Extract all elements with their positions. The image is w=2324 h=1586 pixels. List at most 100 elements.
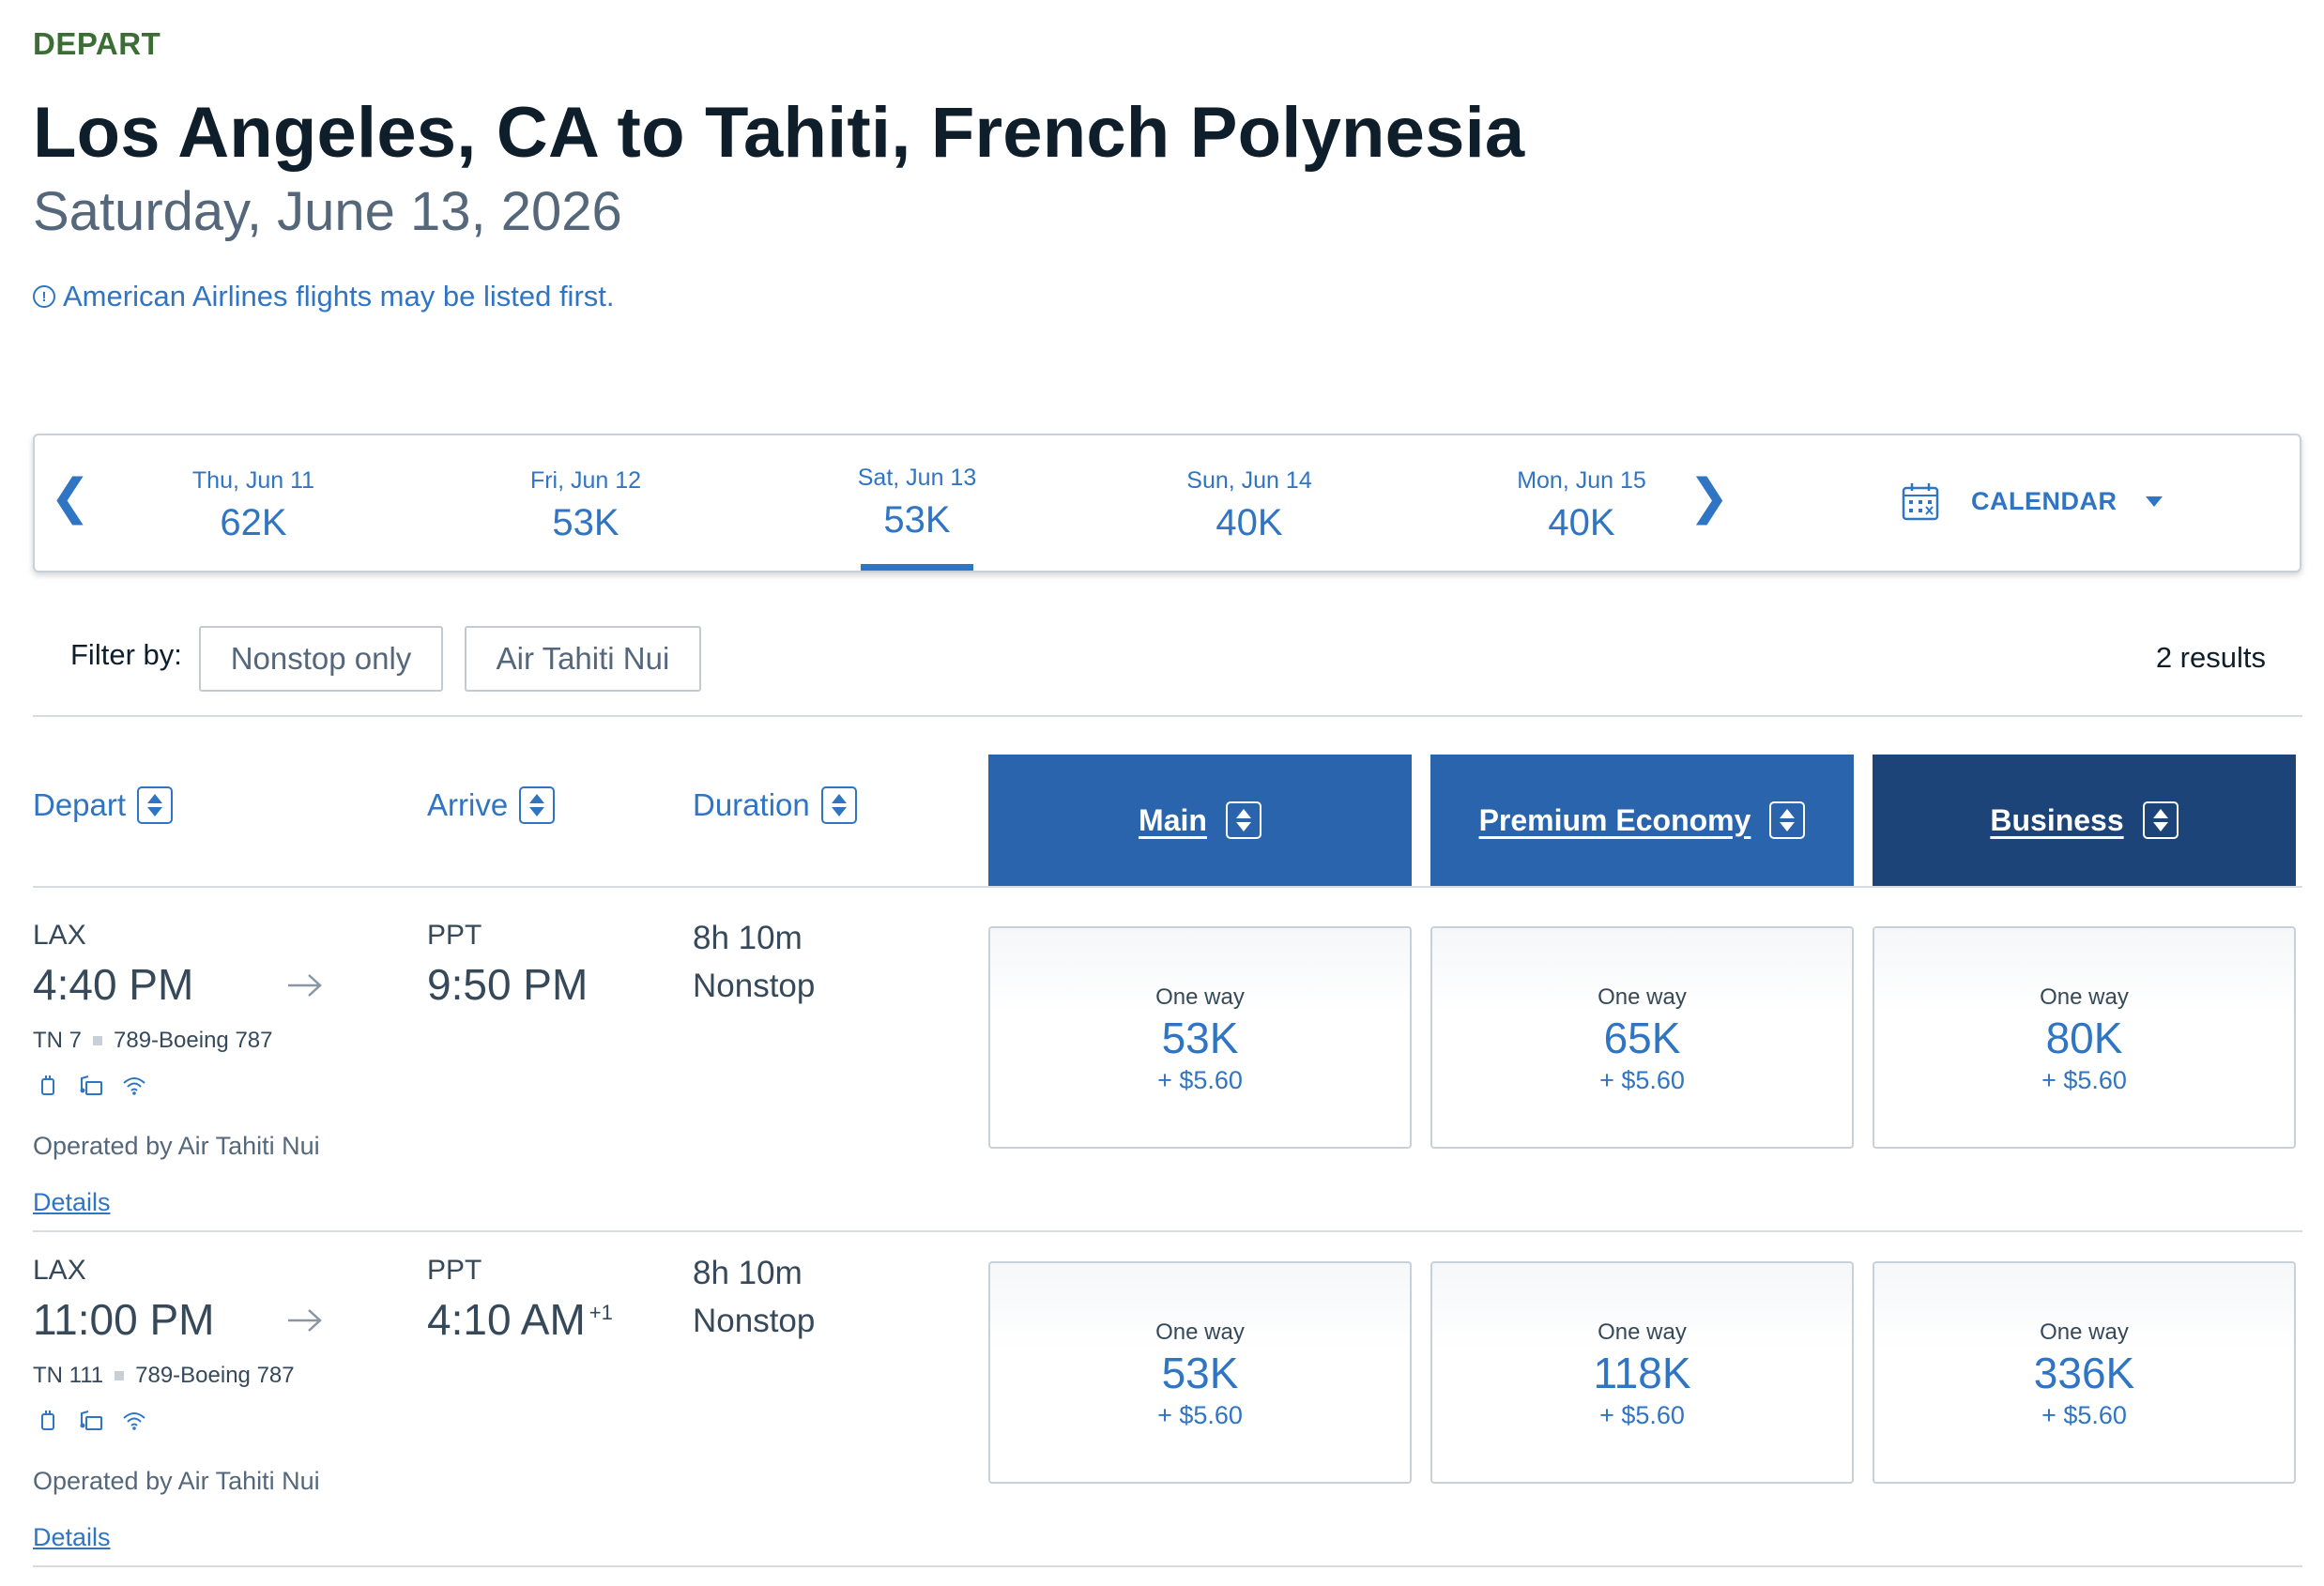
fare-label: One way (1598, 984, 1687, 1010)
aircraft: 789-Boeing 787 (135, 1363, 295, 1388)
cabin-header-label: Business (1990, 802, 2124, 837)
arrive-day-offset: +1 (589, 1300, 613, 1324)
sort-depart[interactable]: Depart (33, 786, 174, 824)
fare-business[interactable]: One way 80K + $5.60 (1873, 926, 2296, 1149)
selected-date-indicator (861, 564, 973, 571)
fare-main[interactable]: One way 53K + $5.60 (988, 926, 1412, 1149)
wifi-icon (123, 1412, 145, 1430)
calendar-icon (1902, 483, 1939, 521)
page-subtitle-date: Saturday, June 13, 2026 (33, 181, 622, 242)
results-count: 2 results (2155, 641, 2266, 674)
date-label: Fri, Jun 12 (529, 467, 642, 494)
separator-icon (93, 1036, 103, 1045)
sort-icon (1769, 801, 1806, 839)
filter-nonstop-only[interactable]: Nonstop only (199, 626, 443, 692)
date-option-0[interactable]: Thu, Jun 11 62K (150, 467, 357, 544)
calendar-dropdown[interactable]: CALENDAR (1902, 480, 2163, 522)
fare-points: 118K (1593, 1349, 1691, 1397)
fare-points: 80K (2045, 1014, 2123, 1062)
date-price: 62K (220, 502, 287, 543)
sort-icon (519, 786, 556, 824)
date-option-3[interactable]: Sun, Jun 14 40K (1146, 467, 1353, 544)
sort-icon (137, 786, 174, 824)
depart-time: 4:40 PM (33, 960, 194, 1009)
fare-tax: + $5.60 (1599, 1065, 1685, 1094)
divider (33, 886, 2302, 888)
arrive-time-value: 4:10 AM (427, 1295, 586, 1344)
arrive-time: 4:10 AM +1 (427, 1294, 613, 1345)
arrive-time-value: 9:50 PM (427, 960, 589, 1009)
calendar-label: CALENDAR (1971, 486, 2118, 515)
sort-arrive[interactable]: Arrive (427, 786, 556, 824)
date-label: Sun, Jun 14 (1186, 467, 1312, 494)
fare-premium-economy[interactable]: One way 118K + $5.60 (1430, 1261, 1854, 1484)
sort-icon (1225, 801, 1261, 839)
date-option-4[interactable]: Mon, Jun 15 40K (1478, 467, 1685, 544)
fare-main[interactable]: One way 53K + $5.60 (988, 1261, 1412, 1484)
fare-points: 53K (1161, 1014, 1239, 1062)
sort-icon (2142, 801, 2179, 839)
divider (33, 1230, 2302, 1232)
date-label: Mon, Jun 15 (1517, 467, 1646, 494)
caret-down-icon (2145, 496, 2163, 507)
date-option-2-selected[interactable]: Sat, Jun 13 53K (814, 465, 1020, 571)
duration: 8h 10m (693, 1255, 803, 1291)
amenities (36, 1074, 146, 1098)
fare-label: One way (2040, 984, 2129, 1010)
arrow-right-icon (288, 1309, 322, 1332)
power-outlet-icon (41, 1075, 54, 1095)
filter-label: Filter by: (70, 638, 182, 671)
flight-info: TN 7 789-Boeing 787 (33, 1028, 273, 1054)
destination-code: PPT (427, 920, 482, 951)
date-option-1[interactable]: Fri, Jun 12 53K (482, 467, 689, 544)
amenities (36, 1409, 146, 1433)
date-price: 40K (1548, 502, 1615, 543)
date-label: Sat, Jun 13 (857, 465, 977, 491)
cabin-header-premium-economy[interactable]: Premium Economy (1430, 755, 1854, 886)
fare-label: One way (1155, 1319, 1245, 1345)
depart-time: 11:00 PM (33, 1295, 215, 1344)
listing-notice: ! American Airlines flights may be liste… (33, 280, 615, 313)
flight-info: TN 111 789-Boeing 787 (33, 1363, 295, 1389)
sort-icon (820, 786, 857, 824)
wifi-icon (123, 1077, 145, 1095)
details-link[interactable]: Details (33, 1188, 111, 1217)
date-label: Thu, Jun 11 (191, 467, 315, 494)
next-dates-chevron-icon[interactable]: ❯ (1689, 473, 1730, 522)
origin-code: LAX (33, 1255, 86, 1286)
depart-eyebrow: DEPART (33, 26, 161, 61)
fare-points: 336K (2033, 1349, 2135, 1397)
flight-number: TN 111 (33, 1363, 104, 1388)
duration-block: 8h 10m Nonstop (693, 915, 815, 1011)
duration: 8h 10m (693, 920, 803, 956)
arrive-time: 9:50 PM (427, 959, 591, 1010)
fare-points: 65K (1603, 1014, 1681, 1062)
fare-tax: + $5.60 (1157, 1400, 1243, 1429)
fare-tax: + $5.60 (1157, 1065, 1243, 1094)
entertainment-icon (80, 1411, 102, 1430)
filter-air-tahiti-nui[interactable]: Air Tahiti Nui (465, 626, 701, 692)
listing-notice-text: American Airlines flights may be listed … (63, 280, 615, 313)
origin-code: LAX (33, 920, 86, 951)
fare-tax: + $5.60 (2041, 1065, 2127, 1094)
sort-duration-label: Duration (693, 787, 810, 822)
sort-depart-label: Depart (33, 787, 127, 822)
cabin-header-label: Premium Economy (1478, 802, 1751, 837)
separator-icon (115, 1371, 125, 1380)
page-title: Los Angeles, CA to Tahiti, French Polyne… (33, 93, 1525, 173)
info-icon: ! (33, 285, 55, 308)
details-link[interactable]: Details (33, 1523, 111, 1552)
aircraft: 789-Boeing 787 (114, 1028, 273, 1053)
fare-business[interactable]: One way 336K + $5.60 (1873, 1261, 2296, 1484)
stops: Nonstop (693, 1302, 816, 1339)
destination-code: PPT (427, 1255, 482, 1286)
date-price: 53K (552, 502, 619, 543)
sort-arrive-label: Arrive (427, 787, 509, 822)
cabin-header-main[interactable]: Main (988, 755, 1412, 886)
sort-duration[interactable]: Duration (693, 786, 857, 824)
fare-premium-economy[interactable]: One way 65K + $5.60 (1430, 926, 1854, 1149)
fare-label: One way (1598, 1319, 1687, 1345)
fare-label: One way (1155, 984, 1245, 1010)
prev-dates-chevron-icon[interactable]: ❮ (50, 473, 91, 522)
cabin-header-business[interactable]: Business (1873, 755, 2296, 886)
